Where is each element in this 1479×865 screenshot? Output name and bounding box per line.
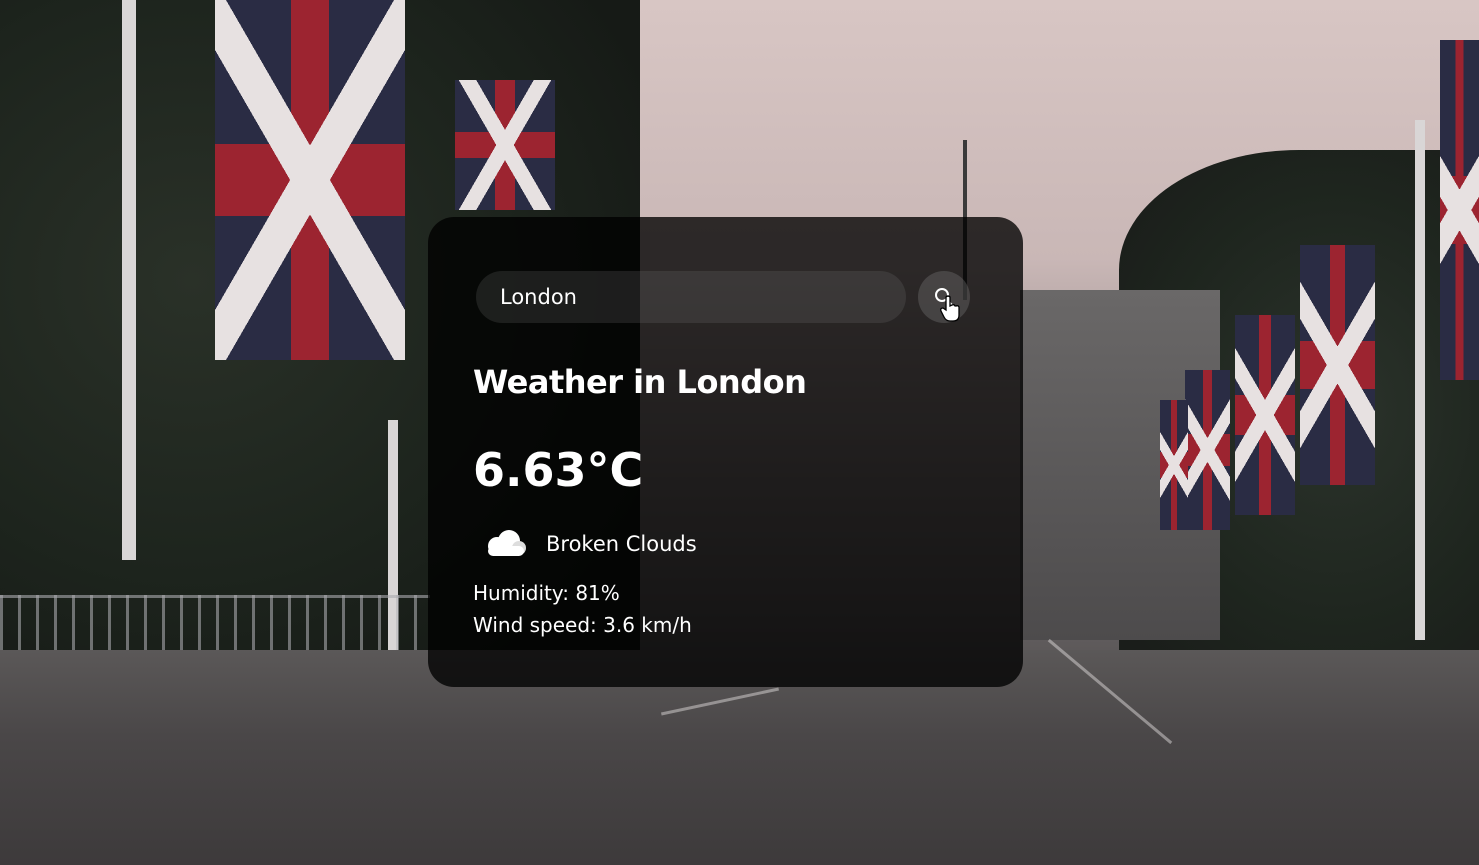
union-flag [215,0,405,360]
flag-pole [1415,120,1425,640]
weather-description: Broken Clouds [546,532,697,556]
union-flag [1185,370,1230,530]
search-input[interactable] [476,271,906,323]
condition-row: Broken Clouds [482,529,697,559]
temperature: 6.63°C [473,443,644,497]
wind-speed: Wind speed: 3.6 km/h [473,613,692,637]
union-flag [455,80,555,210]
search-bar [476,271,970,323]
union-flag [1160,400,1188,530]
humidity: Humidity: 81% [473,581,620,605]
hand-cursor-icon [940,295,960,322]
union-flag [1300,245,1375,485]
weather-title: Weather in London [473,363,807,401]
union-flag [1235,315,1295,515]
cloud-icon [488,530,526,556]
flag-pole [122,0,136,560]
union-flag [1440,40,1479,380]
weather-card: Weather in London 6.63°C Broken Clouds H… [428,217,1023,687]
